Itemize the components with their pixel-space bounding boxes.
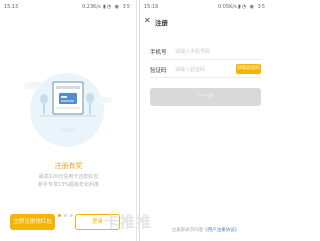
page-indicator — [58, 202, 76, 221]
register-now-button[interactable]: 立即注册领红包 — [10, 214, 55, 230]
code-label: 验证码 — [150, 68, 167, 74]
agreement-link[interactable]: 《用户注册协议》 — [203, 228, 239, 233]
promo-line-2: 新手专享13%超级年化利率 — [37, 182, 100, 188]
status-bar: 15:16 0.05K/s ▮◔ ◉ 35 — [140, 0, 271, 14]
promo-line-1: 最高120元信用卡还款红包 — [38, 174, 99, 180]
watermark: 卡推推 — [104, 213, 153, 231]
get-code-button[interactable]: 获取验证码 — [236, 64, 261, 74]
page-dot — [64, 214, 67, 217]
page-dot-active — [58, 214, 61, 217]
phone-label: 手机号 — [150, 50, 167, 56]
phone-input[interactable]: 请输入手机号码 — [175, 48, 210, 55]
promo-description: 最高120元信用卡还款红包 新手专享13%超级年化利率 — [0, 173, 137, 189]
status-time: 15:15 — [4, 4, 19, 10]
agreement-text: 注册即表示同意《用户注册协议》 — [140, 227, 271, 233]
status-icons: ▮◔ ◉ 35 — [102, 4, 131, 10]
page-title: 注册 — [155, 19, 168, 27]
promo-title: 注册有奖 — [54, 162, 83, 170]
code-input[interactable]: 请输入验证码 — [175, 66, 205, 73]
phone-row: 手机号 请输入手机号码 — [150, 44, 261, 60]
nav-bar: ✕ 注册 — [140, 14, 271, 30]
close-icon[interactable]: ✕ — [144, 16, 151, 25]
onboarding-screen: 15:15 0.23K/s ▮◔ ◉ 35 注册有奖 最高120元信用卡还款红包 — [0, 0, 137, 241]
status-time: 15:16 — [144, 4, 159, 10]
plant-icon — [86, 93, 94, 114]
register-screen: 15:16 0.05K/s ▮◔ ◉ 35 ✕ 注册 手机号 请输入手机号码 验… — [139, 0, 271, 241]
next-button[interactable]: 下一步 — [150, 88, 261, 106]
page-dot — [70, 214, 73, 217]
credit-card-illustration — [40, 81, 96, 132]
status-bar: 15:15 0.23K/s ▮◔ ◉ 35 — [0, 0, 136, 14]
agreement-prefix: 注册即表示同意 — [171, 228, 204, 233]
card-terminal-icon — [52, 81, 84, 115]
status-network-speed: 0.05K/s — [218, 4, 237, 10]
status-icons: ▮◔ ◉ 35 — [237, 4, 266, 10]
code-row: 验证码 请输入验证码 获取验证码 — [150, 62, 261, 78]
coin-icon — [61, 128, 75, 132]
status-network-speed: 0.23K/s — [82, 4, 101, 10]
plant-icon — [40, 94, 48, 114]
